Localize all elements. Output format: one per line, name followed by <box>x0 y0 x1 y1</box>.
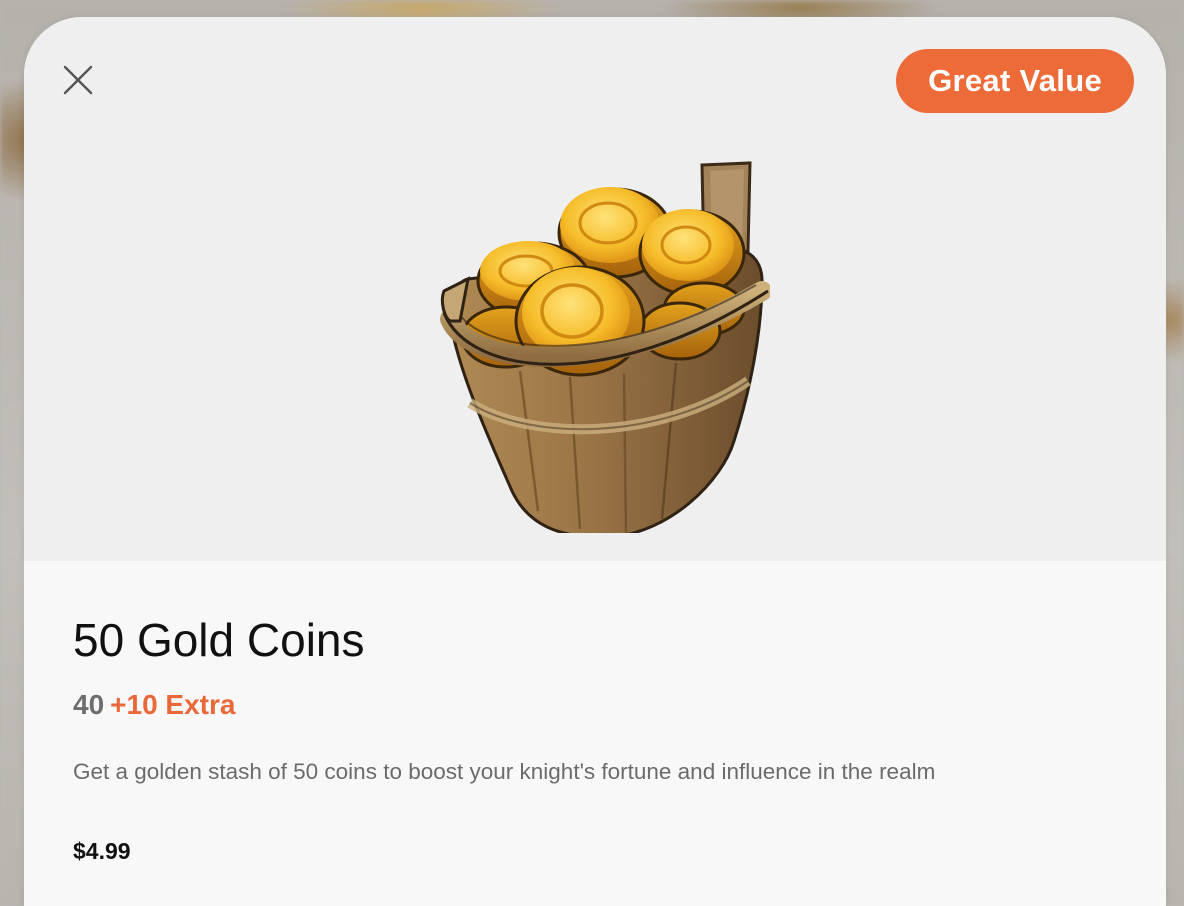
product-hero: Great Value <box>24 17 1166 561</box>
bonus-amount: +10 Extra <box>110 689 236 720</box>
close-icon <box>60 62 96 98</box>
close-button[interactable] <box>60 62 96 98</box>
product-detail-sheet: Great Value 50 Gold Coins 40 +10 Extra G… <box>24 17 1166 906</box>
coin-amount: 40 +10 Extra <box>73 689 235 721</box>
gold-coin-bucket-icon <box>410 141 772 539</box>
product-description: Get a golden stash of 50 coins to boost … <box>73 759 936 784</box>
great-value-badge: Great Value <box>896 49 1134 113</box>
price-label[interactable]: $4.99 <box>73 838 131 865</box>
product-title: 50 Gold Coins <box>73 614 365 666</box>
base-amount: 40 <box>73 689 105 720</box>
